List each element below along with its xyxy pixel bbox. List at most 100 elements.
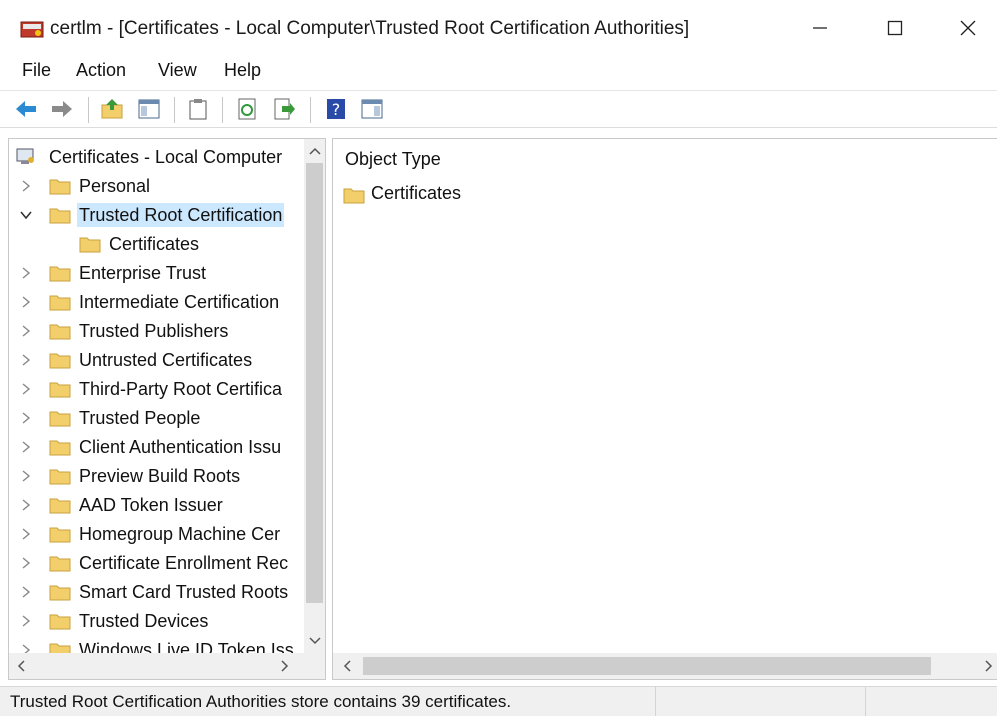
tree-item[interactable]: Personal bbox=[9, 172, 299, 201]
tree-item[interactable]: Trusted People bbox=[9, 404, 299, 433]
scroll-down-icon[interactable] bbox=[308, 633, 322, 647]
folder-icon bbox=[79, 237, 101, 253]
tree-item-label: Client Authentication Issu bbox=[79, 437, 282, 457]
tree-item[interactable]: Third-Party Root Certifica bbox=[9, 375, 299, 404]
svg-text:?: ? bbox=[332, 100, 341, 119]
chevron-right-icon[interactable] bbox=[19, 382, 33, 396]
tree-item[interactable]: Certificate Enrollment Rec bbox=[9, 549, 299, 578]
forward-arrow-icon[interactable] bbox=[50, 97, 74, 121]
chevron-right-icon[interactable] bbox=[19, 324, 33, 338]
folder-icon bbox=[49, 411, 71, 427]
scroll-left-icon[interactable] bbox=[15, 659, 29, 673]
folder-icon bbox=[49, 266, 71, 282]
chevron-right-icon[interactable] bbox=[19, 295, 33, 309]
tree-item-label: Personal bbox=[79, 176, 151, 196]
folder-icon bbox=[49, 179, 71, 195]
menu-file[interactable]: File bbox=[22, 60, 51, 81]
tree-item-label: Smart Card Trusted Roots bbox=[79, 582, 289, 602]
maximize-button[interactable] bbox=[875, 12, 915, 44]
help-icon[interactable]: ? bbox=[324, 97, 348, 121]
folder-icon bbox=[49, 353, 71, 369]
up-folder-icon[interactable] bbox=[100, 97, 124, 121]
menu-help[interactable]: Help bbox=[224, 60, 261, 81]
tree-item[interactable]: Intermediate Certification bbox=[9, 288, 299, 317]
menu-action[interactable]: Action bbox=[76, 60, 126, 81]
folder-icon bbox=[49, 527, 71, 543]
details-horizontal-scroll-thumb[interactable] bbox=[363, 657, 931, 675]
tree-vertical-scrollbar[interactable] bbox=[304, 139, 325, 653]
list-item-label: Certificates bbox=[371, 183, 462, 203]
chevron-right-icon[interactable] bbox=[19, 353, 33, 367]
chevron-right-icon[interactable] bbox=[19, 614, 33, 628]
refresh-icon[interactable] bbox=[236, 97, 260, 121]
tree-item[interactable]: Trusted Root Certification bbox=[9, 201, 299, 230]
folder-icon bbox=[49, 585, 71, 601]
tree-root[interactable]: Certificates - Local Computer bbox=[9, 143, 299, 172]
export-list-icon[interactable] bbox=[272, 97, 296, 121]
status-text: Trusted Root Certification Authorities s… bbox=[10, 692, 512, 711]
tree-horizontal-scrollbar[interactable] bbox=[9, 653, 325, 679]
action-pane-icon[interactable] bbox=[360, 97, 384, 121]
tree-item[interactable]: Client Authentication Issu bbox=[9, 433, 299, 462]
tree-item[interactable]: AAD Token Issuer bbox=[9, 491, 299, 520]
close-icon bbox=[960, 20, 976, 36]
tree-item-label: Trusted Root Certification bbox=[77, 203, 285, 227]
tree-item-label: Intermediate Certification bbox=[79, 292, 280, 312]
close-button[interactable] bbox=[948, 12, 988, 44]
menu-view[interactable]: View bbox=[158, 60, 197, 81]
tree-item-label: Untrusted Certificates bbox=[79, 350, 253, 370]
column-header-object-type[interactable]: Object Type bbox=[345, 149, 441, 170]
maximize-icon bbox=[887, 20, 903, 36]
scroll-left-icon[interactable] bbox=[341, 659, 355, 673]
title-bar[interactable]: certlm - [Certificates - Local Computer\… bbox=[0, 0, 997, 58]
tree-item[interactable]: Certificates bbox=[9, 230, 299, 259]
tree-vertical-scroll-thumb[interactable] bbox=[306, 163, 323, 603]
back-arrow-icon[interactable] bbox=[14, 97, 38, 121]
tree-item-label: Certificate Enrollment Rec bbox=[79, 553, 289, 573]
show-hide-console-tree-icon[interactable] bbox=[137, 97, 161, 121]
certificate-manager-icon bbox=[20, 21, 44, 38]
chevron-down-icon[interactable] bbox=[19, 208, 33, 222]
status-bar: Trusted Root Certification Authorities s… bbox=[0, 686, 997, 716]
tree-item[interactable]: Enterprise Trust bbox=[9, 259, 299, 288]
folder-icon bbox=[49, 556, 71, 572]
tree-item[interactable]: Untrusted Certificates bbox=[9, 346, 299, 375]
scroll-right-icon[interactable] bbox=[981, 659, 995, 673]
folder-icon bbox=[49, 208, 71, 224]
chevron-right-icon[interactable] bbox=[19, 179, 33, 193]
tree-item-label: Homegroup Machine Cer bbox=[79, 524, 281, 544]
details-horizontal-scrollbar[interactable] bbox=[333, 653, 997, 679]
folder-icon bbox=[49, 469, 71, 485]
tree-root-label: Certificates - Local Computer bbox=[49, 147, 283, 167]
chevron-right-icon[interactable] bbox=[19, 556, 33, 570]
tree-item[interactable]: Trusted Devices bbox=[9, 607, 299, 636]
console-tree-pane[interactable]: Certificates - Local Computer Personal Tr… bbox=[8, 138, 326, 680]
folder-icon bbox=[49, 440, 71, 456]
chevron-right-icon[interactable] bbox=[19, 527, 33, 541]
scroll-up-icon[interactable] bbox=[308, 145, 322, 159]
folder-icon bbox=[343, 188, 365, 204]
tree-item[interactable]: Preview Build Roots bbox=[9, 462, 299, 491]
chevron-right-icon[interactable] bbox=[19, 585, 33, 599]
tree-item[interactable]: Smart Card Trusted Roots bbox=[9, 578, 299, 607]
tree-item[interactable]: Trusted Publishers bbox=[9, 317, 299, 346]
tree-item-label: AAD Token Issuer bbox=[79, 495, 223, 515]
chevron-right-icon[interactable] bbox=[19, 498, 33, 512]
scroll-right-icon[interactable] bbox=[277, 659, 291, 673]
tree-item-label: Trusted People bbox=[79, 408, 201, 428]
details-pane[interactable]: Object Type Certificates bbox=[332, 138, 997, 680]
minimize-button[interactable] bbox=[800, 12, 840, 44]
chevron-right-icon[interactable] bbox=[19, 440, 33, 454]
folder-icon bbox=[49, 295, 71, 311]
chevron-right-icon[interactable] bbox=[19, 411, 33, 425]
menu-bar: File Action View Help bbox=[0, 58, 997, 90]
tree-item-label: Third-Party Root Certifica bbox=[79, 379, 283, 399]
chevron-right-icon[interactable] bbox=[19, 266, 33, 280]
chevron-right-icon[interactable] bbox=[19, 469, 33, 483]
tree-item-label: Certificates bbox=[109, 234, 200, 254]
folder-icon bbox=[49, 614, 71, 630]
folder-icon bbox=[49, 498, 71, 514]
tree-item[interactable]: Homegroup Machine Cer bbox=[9, 520, 299, 549]
window-title: certlm - [Certificates - Local Computer\… bbox=[50, 18, 690, 39]
properties-clipboard-icon[interactable] bbox=[186, 97, 210, 121]
